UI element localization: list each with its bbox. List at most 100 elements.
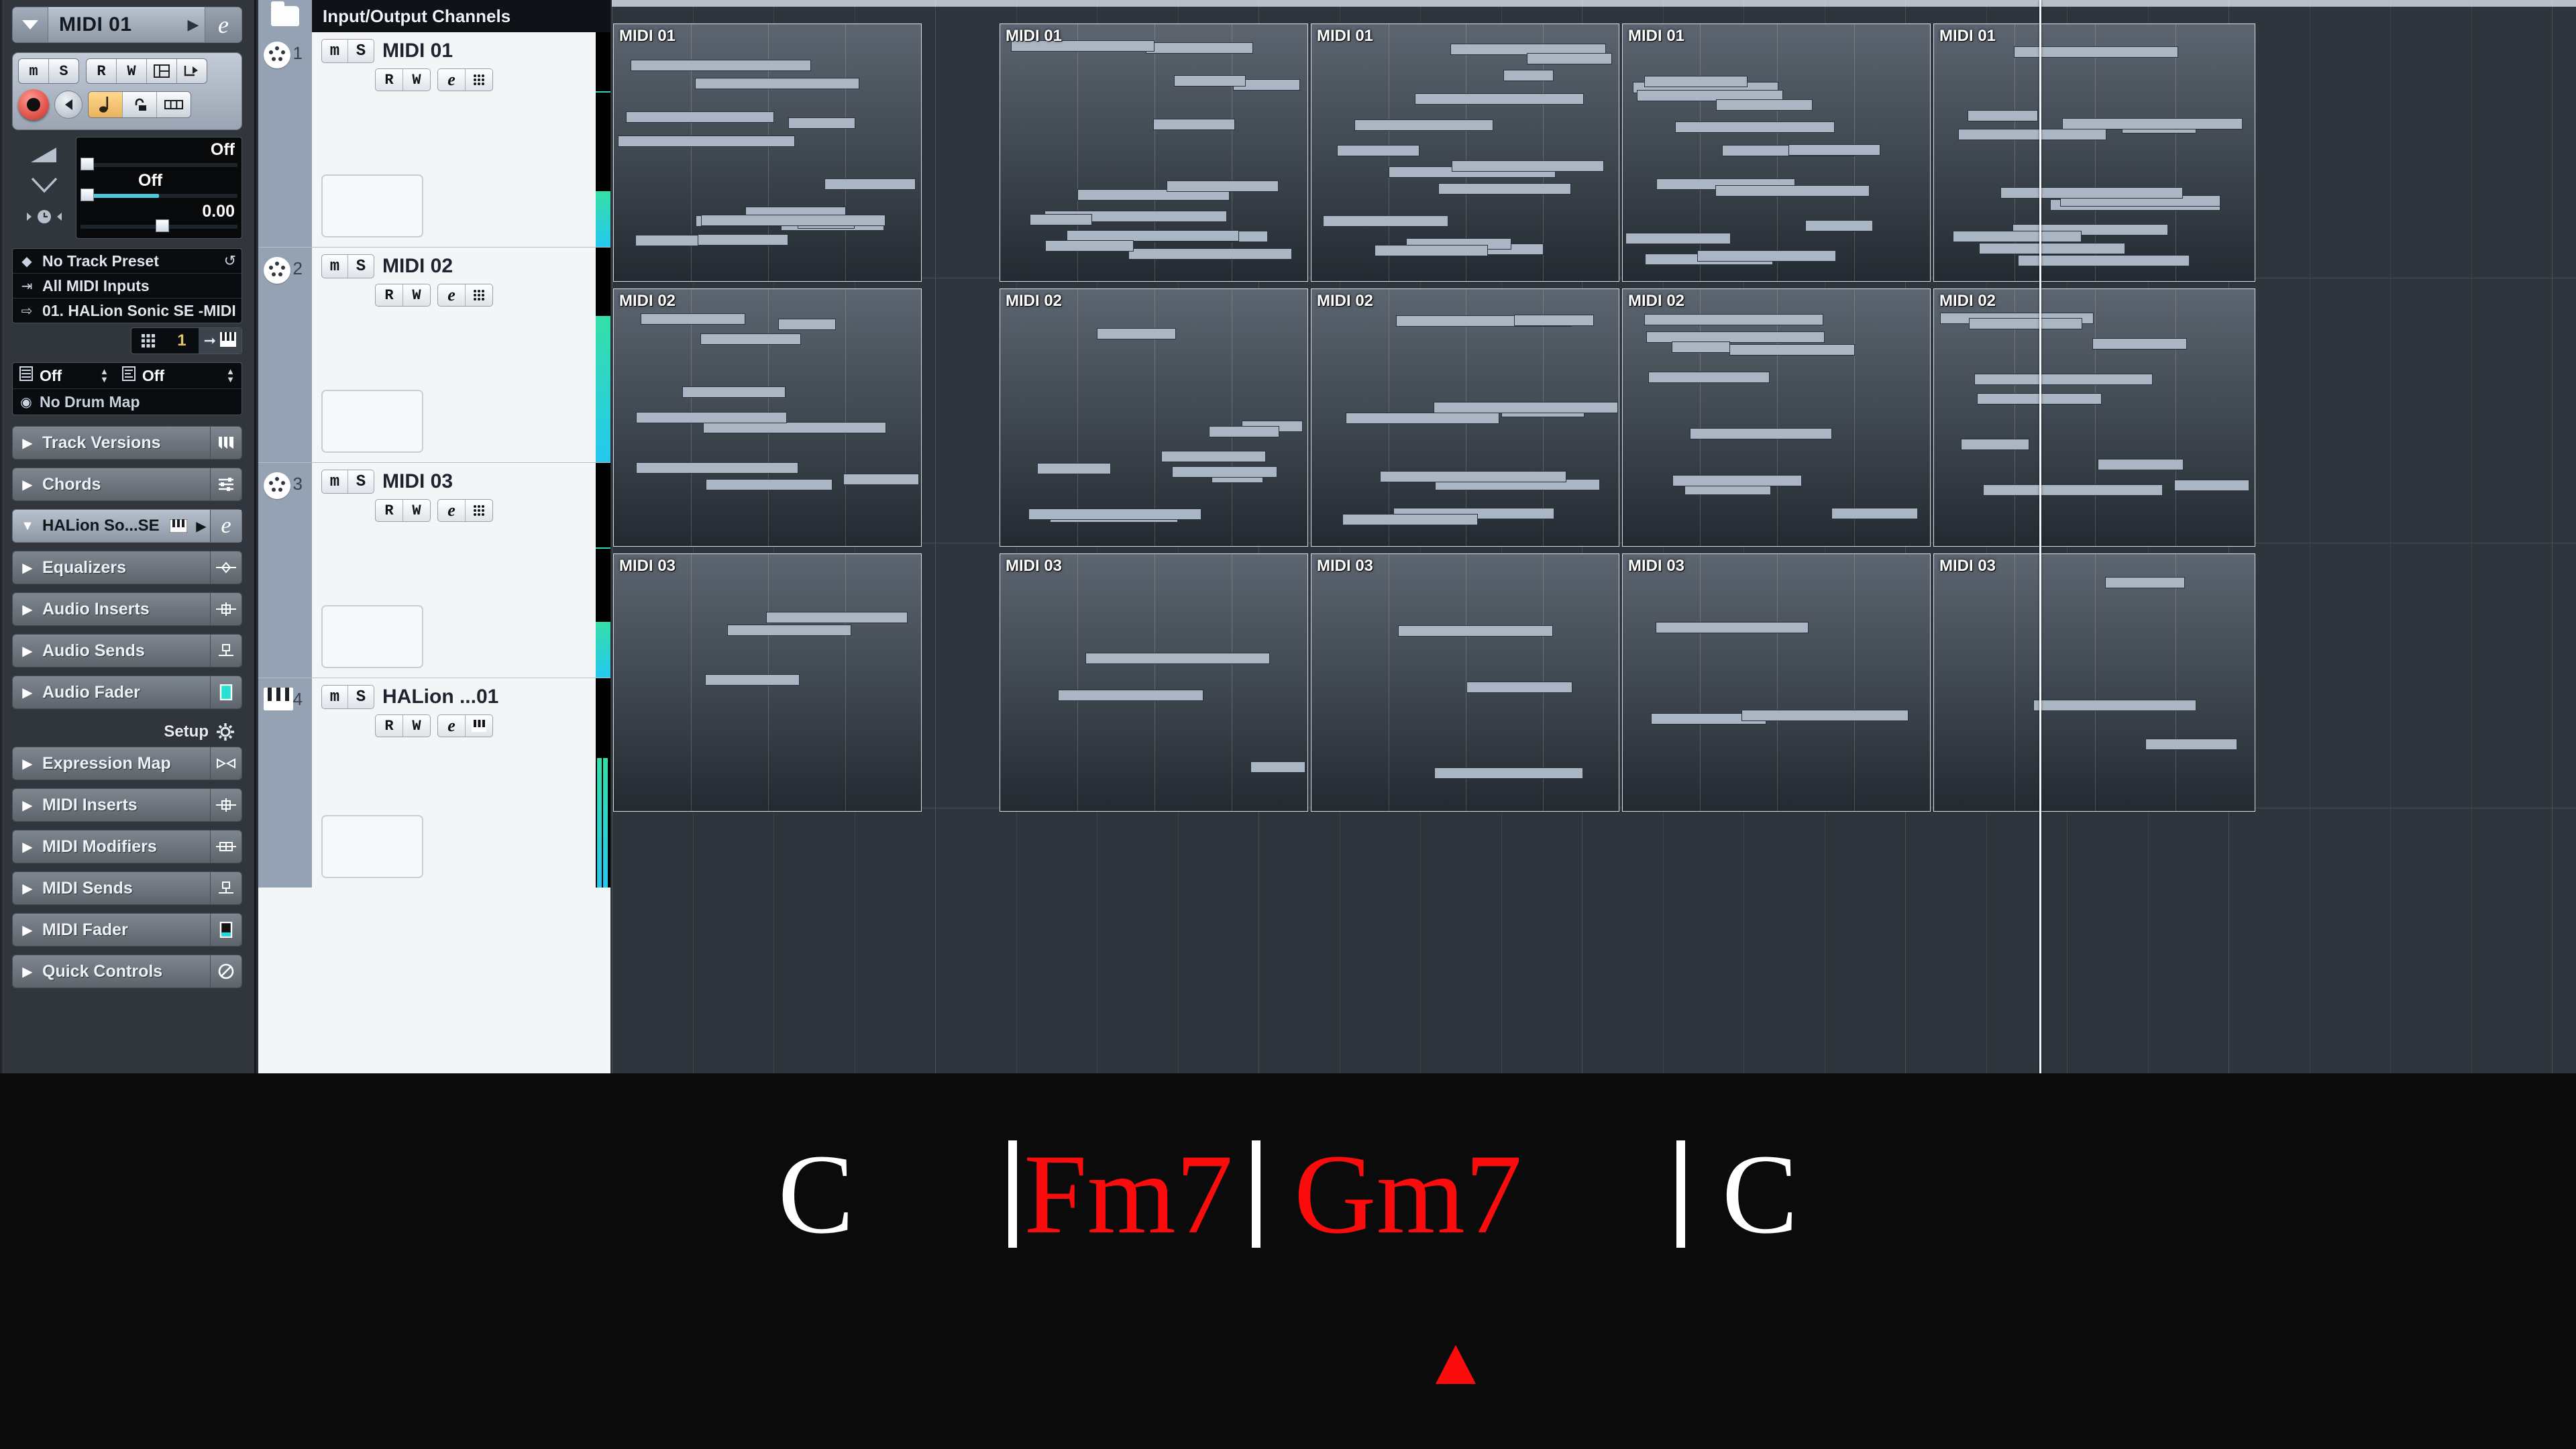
drum-icon[interactable] [466, 284, 492, 306]
midi-note[interactable] [2000, 187, 2183, 199]
instrument-icon[interactable] [466, 715, 492, 737]
midi-note[interactable] [636, 462, 798, 474]
track-name-box[interactable] [321, 390, 423, 453]
lanes-icon[interactable] [157, 92, 191, 117]
midi-part[interactable]: MIDI 02 [613, 288, 922, 547]
arrow-right-icon[interactable]: ▶ [182, 16, 205, 34]
midi-note[interactable] [1415, 93, 1584, 105]
midi-note[interactable] [706, 479, 833, 490]
midi-note[interactable] [2092, 338, 2187, 350]
bank-value[interactable]: Off [40, 367, 100, 385]
monitor-button[interactable] [54, 91, 83, 119]
mute-button[interactable]: m [322, 255, 348, 278]
edit-channel-button[interactable]: e [438, 715, 466, 737]
midi-note[interactable] [705, 674, 800, 686]
edit-channel-button[interactable]: e [438, 500, 466, 521]
midi-part[interactable]: MIDI 03 [1933, 553, 2255, 812]
midi-note[interactable] [641, 313, 745, 325]
midi-note[interactable] [1672, 341, 1730, 353]
midi-note[interactable] [695, 78, 859, 89]
quarter-note-icon[interactable] [89, 92, 123, 117]
midi-note[interactable] [1644, 76, 1748, 87]
write-automation-button[interactable]: W [403, 69, 430, 91]
lock-icon[interactable] [123, 92, 157, 117]
midi-note[interactable] [1958, 129, 2106, 140]
keyboard-icon[interactable] [220, 331, 236, 350]
midi-note[interactable] [1675, 121, 1835, 133]
track-lane[interactable] [612, 820, 2576, 1073]
track-name-box[interactable] [321, 605, 423, 668]
edit-channel-button[interactable]: e [438, 284, 466, 306]
midi-note[interactable] [2174, 480, 2249, 491]
midi-note[interactable] [1337, 145, 1419, 156]
chord-symbol[interactable]: C [778, 1137, 854, 1251]
midi-note[interactable] [1805, 220, 1873, 231]
e-edit-icon[interactable]: e [210, 510, 241, 542]
mute-button[interactable]: m [19, 59, 49, 83]
track-name-box[interactable] [321, 815, 423, 878]
inspector-track-selector[interactable]: MIDI 01 ▶ e [12, 7, 242, 43]
velocity-slider[interactable]: Off [80, 171, 237, 202]
track-name[interactable]: MIDI 03 [382, 470, 453, 493]
midi-note[interactable] [1161, 451, 1266, 462]
midi-note[interactable] [843, 474, 919, 485]
midi-note[interactable] [1974, 374, 2153, 385]
midi-note[interactable] [636, 412, 787, 423]
inspector-tab-audio-inserts[interactable]: ▶ Audio Inserts [12, 592, 242, 626]
midi-note[interactable] [1354, 119, 1493, 131]
midi-note[interactable] [1097, 328, 1176, 339]
midi-note[interactable] [1172, 466, 1277, 478]
track-row[interactable]: 4 m S HALion ...01 R W e [258, 678, 610, 888]
inspector-tab-midi-sends[interactable]: ▶ MIDI Sends [12, 871, 242, 905]
midi-note[interactable] [1028, 508, 1201, 520]
midi-note[interactable] [2105, 577, 2185, 588]
midi-note[interactable] [1690, 428, 1832, 439]
mute-button[interactable]: m [322, 40, 348, 62]
playhead-cursor[interactable] [2039, 0, 2041, 1073]
reset-icon[interactable]: ↺ [224, 252, 236, 270]
midi-part[interactable]: MIDI 01 [613, 23, 922, 282]
midi-part[interactable]: MIDI 02 [1933, 288, 2255, 547]
midi-input-row[interactable]: ⇥ All MIDI Inputs [13, 274, 241, 299]
program-stepper[interactable]: ▲ ▼ [226, 367, 235, 383]
midi-note[interactable] [1037, 463, 1111, 474]
midi-note[interactable] [635, 235, 698, 246]
midi-note[interactable] [766, 612, 908, 623]
e-edit-icon[interactable]: e [205, 7, 241, 42]
grid-icon[interactable] [131, 333, 165, 348]
midi-note[interactable] [1174, 75, 1246, 87]
solo-button[interactable]: S [348, 470, 374, 493]
gear-icon[interactable] [217, 723, 234, 741]
midi-note[interactable] [1503, 70, 1554, 81]
delay-slider[interactable]: 0.00 [80, 202, 237, 233]
midi-note[interactable] [618, 136, 795, 147]
track-name[interactable]: HALion ...01 [382, 686, 498, 708]
midi-note[interactable] [1961, 439, 2029, 450]
inspector-tab-audio-sends[interactable]: ▶ Audio Sends [12, 634, 242, 667]
midi-note[interactable] [701, 215, 885, 226]
track-row[interactable]: 3 m S MIDI 03 R W e [258, 463, 610, 678]
inspector-tab-midi-inserts[interactable]: ▶ MIDI Inserts [12, 788, 242, 822]
write-automation-button[interactable]: W [117, 59, 147, 83]
midi-part[interactable]: MIDI 03 [1000, 553, 1308, 812]
drum-map-row[interactable]: ◉ No Drum Map [13, 389, 241, 415]
midi-part[interactable]: MIDI 03 [1311, 553, 1619, 812]
midi-note[interactable] [1729, 344, 1855, 356]
inspector-tab-track-versions[interactable]: ▶ Track Versions [12, 426, 242, 460]
volume-slider[interactable]: Off [80, 140, 237, 171]
midi-note[interactable] [2145, 739, 2237, 750]
midi-note[interactable] [682, 386, 786, 398]
write-automation-button[interactable]: W [403, 284, 430, 306]
midi-part[interactable]: MIDI 01 [1622, 23, 1931, 282]
midi-part[interactable]: MIDI 02 [1000, 288, 1308, 547]
midi-note[interactable] [690, 234, 788, 246]
midi-note[interactable] [700, 333, 801, 345]
midi-note[interactable] [1250, 761, 1305, 773]
midi-note[interactable] [1146, 42, 1253, 54]
midi-note[interactable] [1968, 110, 2038, 121]
midi-note[interactable] [1209, 426, 1279, 437]
midi-note[interactable] [1030, 214, 1092, 225]
midi-note[interactable] [1983, 484, 2163, 496]
midi-note[interactable] [778, 319, 836, 330]
record-enable-button[interactable] [18, 89, 49, 120]
